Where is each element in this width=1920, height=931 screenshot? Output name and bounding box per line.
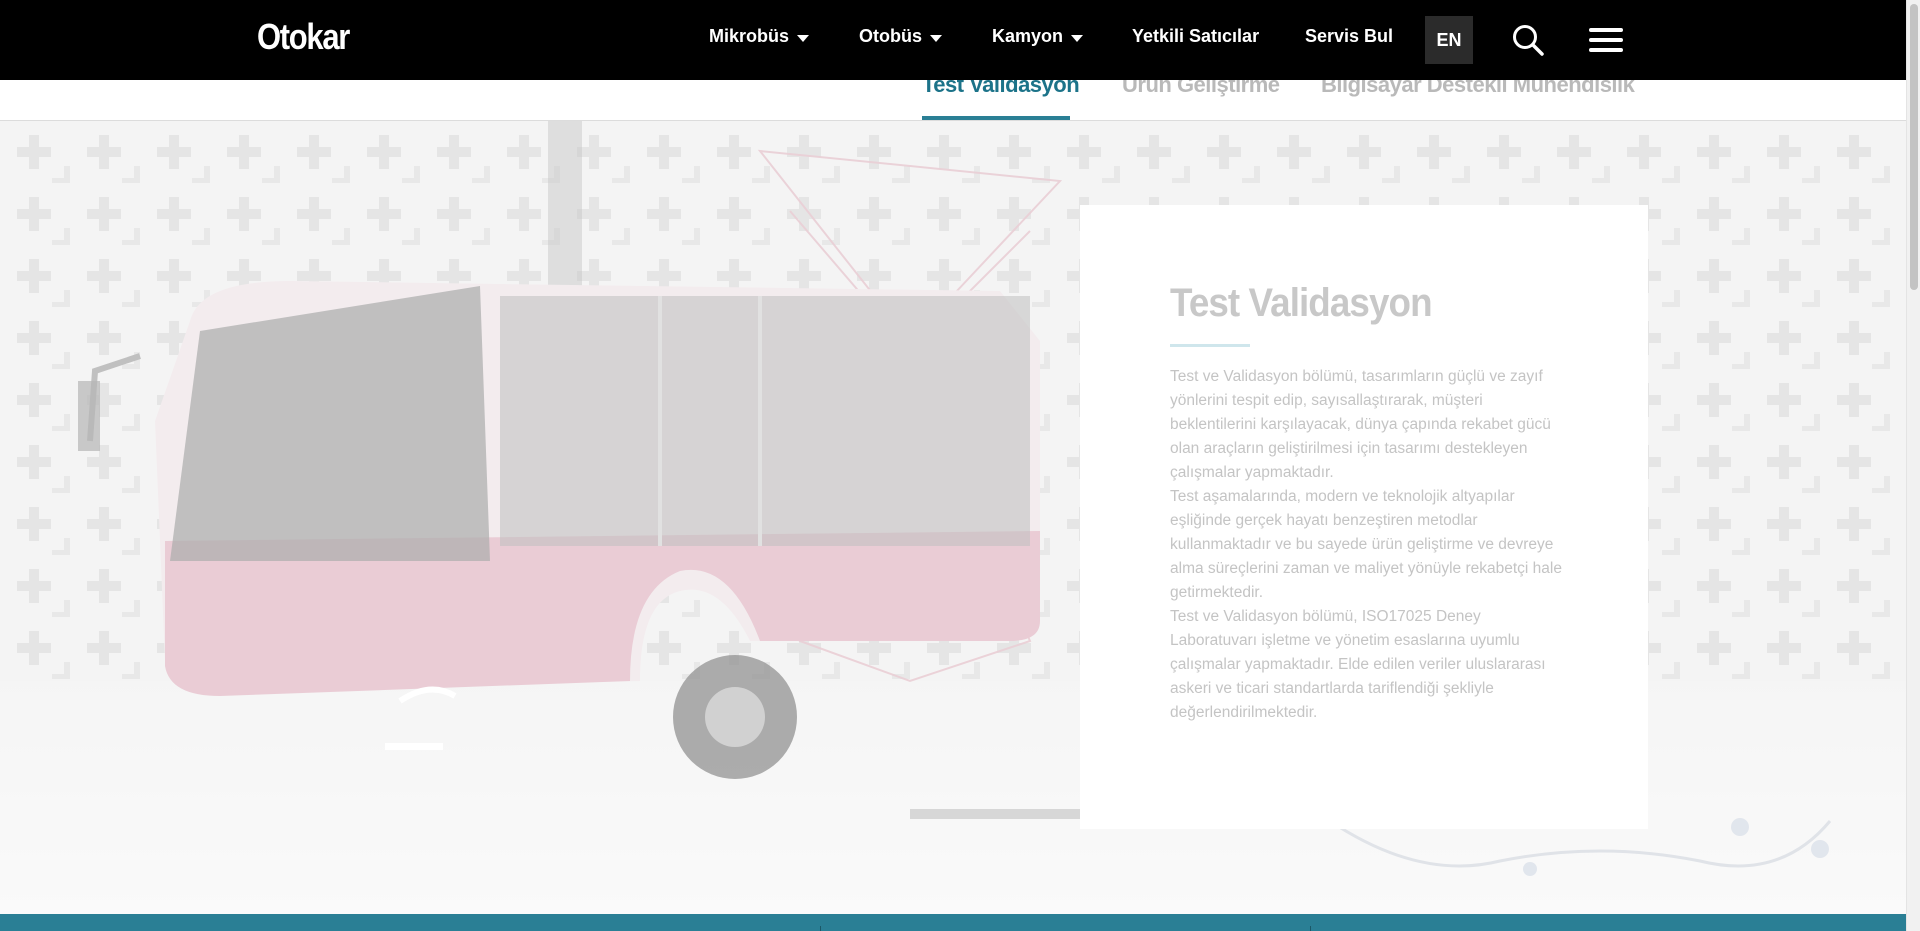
nav-servis-bul-label: Servis Bul bbox=[1305, 26, 1394, 46]
nav-yetkili-saticilar[interactable]: Yetkili Satıcılar bbox=[1132, 26, 1259, 47]
paragraph: Test aşamalarında, modern ve teknolojik … bbox=[1170, 488, 1562, 601]
page: Otokar Mikrobüs Otobüs Kamyon Yetkili Sa… bbox=[0, 0, 1920, 931]
title-underline bbox=[1170, 344, 1250, 347]
nav-yetkili-saticilar-label: Yetkili Satıcılar bbox=[1132, 26, 1260, 46]
menu-bar bbox=[1589, 48, 1623, 52]
scrollbar-thumb[interactable] bbox=[1910, 4, 1918, 290]
nav-otobus[interactable]: Otobüs bbox=[859, 26, 942, 47]
chevron-down-icon bbox=[797, 35, 810, 42]
top-navbar: Otokar Mikrobüs Otobüs Kamyon Yetkili Sa… bbox=[0, 0, 1906, 80]
hamburger-menu-icon[interactable] bbox=[1589, 28, 1623, 52]
search-icon[interactable] bbox=[1512, 24, 1544, 56]
vertical-scrollbar[interactable] bbox=[1906, 0, 1920, 931]
nav-otobus-label: Otobüs bbox=[859, 26, 922, 46]
nav-mikrobus[interactable]: Mikrobüs bbox=[709, 26, 810, 47]
nav-mikrobus-label: Mikrobüs bbox=[709, 26, 790, 46]
language-switch-button[interactable]: EN bbox=[1425, 16, 1473, 64]
otokar-logo[interactable]: Otokar bbox=[257, 16, 350, 58]
menu-bar bbox=[1589, 28, 1623, 32]
strip-divider bbox=[1310, 926, 1311, 931]
bottom-teal-strip bbox=[0, 914, 1906, 931]
card-title: Test Validasyon bbox=[1170, 281, 1433, 325]
paragraph: Test ve Validasyon bölümü, tasarımların … bbox=[1170, 368, 1551, 481]
tab-urun-gelistirme[interactable]: Ürün Geliştirme bbox=[1122, 80, 1280, 98]
nav-kamyon-label: Kamyon bbox=[992, 26, 1064, 46]
menu-bar bbox=[1589, 38, 1623, 42]
nav-servis-bul[interactable]: Servis Bul bbox=[1305, 26, 1393, 47]
content-card: Test Validasyon Test ve Validasyon bölüm… bbox=[1080, 205, 1648, 829]
tab-bilgisayar-destekli-muhendislik[interactable]: Bilgisayar Destekli Mühendislik bbox=[1321, 80, 1635, 98]
nav-kamyon[interactable]: Kamyon bbox=[992, 26, 1084, 47]
strip-divider bbox=[820, 926, 821, 931]
card-body: Test ve Validasyon bölümü, tasarımların … bbox=[1170, 365, 1570, 725]
chevron-down-icon bbox=[1071, 35, 1084, 42]
chevron-down-icon bbox=[930, 35, 942, 42]
paragraph: Test ve Validasyon bölümü, ISO17025 Dene… bbox=[1170, 608, 1546, 721]
tab-test-validasyon[interactable]: Test Validasyon bbox=[922, 80, 1080, 98]
section-tabs: Test Validasyon Ürün Geliştirme Bilgisay… bbox=[0, 80, 1906, 121]
